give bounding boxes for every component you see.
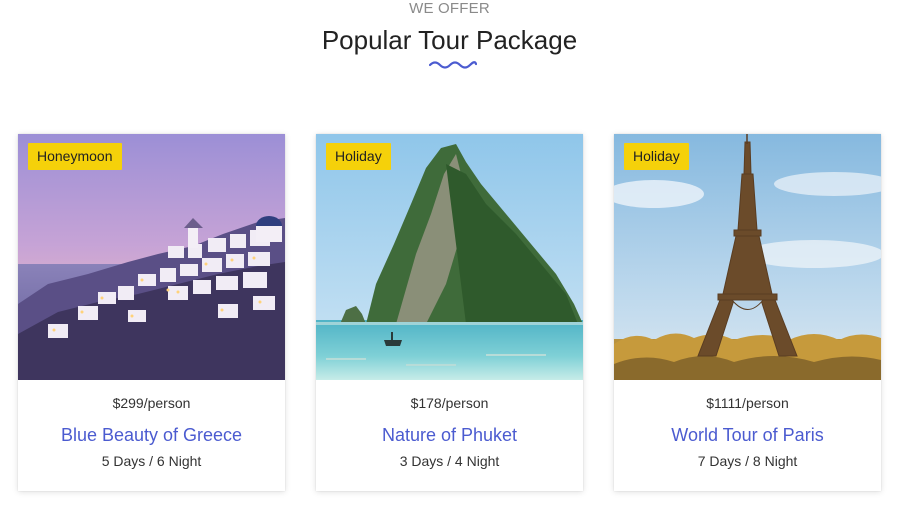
package-category-badge: Holiday [624,143,689,170]
package-duration: 3 Days / 4 Night [399,453,500,469]
package-duration: 7 Days / 8 Night [697,453,798,469]
package-price: $299/person [112,395,191,411]
package-title-link[interactable]: Blue Beauty of Greece [18,423,285,447]
section-title: Popular Tour Package [321,25,578,55]
wave-divider-icon [429,61,477,69]
package-price: $178/person [410,395,489,411]
tour-card-paris[interactable]: Holiday $1111/person World Tour of Paris… [614,134,881,491]
santorini-village-dusk-image[interactable] [18,134,285,380]
package-category-badge: Honeymoon [28,143,122,170]
tour-card-greece[interactable]: Honeymoon $299/person Blue Beauty of Gre… [18,134,285,491]
tour-card-phuket[interactable]: Holiday $178/person Nature of Phuket 3 D… [316,134,583,491]
package-title-link[interactable]: World Tour of Paris [614,423,881,447]
package-category-badge: Holiday [326,143,391,170]
package-price: $1111/person [706,395,789,411]
package-title-link[interactable]: Nature of Phuket [316,423,583,447]
section-eyebrow: WE OFFER [409,0,490,17]
phuket-limestone-island-image[interactable] [316,134,583,380]
eiffel-tower-image[interactable] [614,134,881,380]
package-duration: 5 Days / 6 Night [101,453,202,469]
